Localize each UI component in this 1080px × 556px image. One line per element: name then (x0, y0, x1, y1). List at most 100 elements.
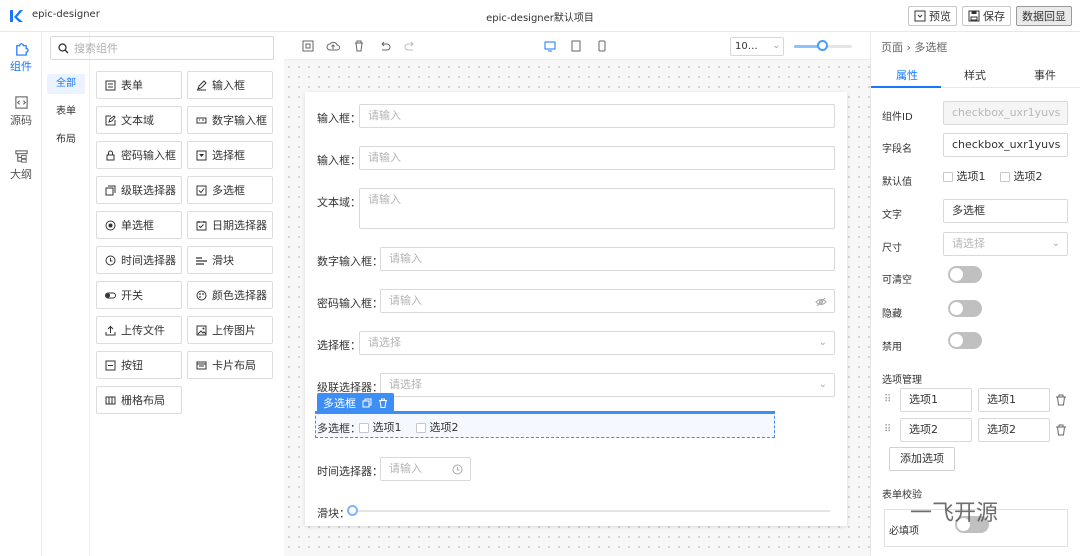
component-time-picker[interactable]: 时间选择器 (96, 246, 182, 274)
card-icon (196, 361, 207, 369)
screenshot-icon[interactable] (301, 39, 315, 53)
component-label: 上传图片 (212, 324, 256, 337)
copy-icon[interactable] (362, 398, 372, 408)
checkbox-box[interactable] (416, 423, 426, 433)
lock-icon (106, 150, 115, 160)
mobile-view-icon[interactable] (595, 39, 609, 53)
tab-properties[interactable]: 属性 (896, 67, 918, 83)
textarea-field[interactable]: 请输入 (359, 188, 835, 229)
component-select[interactable]: 选择框 (187, 141, 273, 169)
component-checkbox[interactable]: 多选框 (187, 176, 273, 204)
delete-icon[interactable] (378, 398, 388, 408)
component-search[interactable]: 搜索组件 (50, 36, 274, 60)
category-form[interactable]: 表单 (47, 102, 85, 122)
checkbox-icon (196, 185, 207, 195)
checkbox-box[interactable] (359, 423, 369, 433)
zoom-select[interactable]: 10… ⌄ (730, 37, 784, 56)
default-checkbox[interactable]: 选项1 (943, 168, 986, 184)
component-color-picker[interactable]: 颜色选择器 (187, 281, 273, 309)
component-radio[interactable]: 单选框 (96, 211, 182, 239)
slider-handle[interactable] (347, 505, 358, 516)
option-value-input[interactable]: 选项2 (978, 418, 1050, 442)
component-password[interactable]: 密码输入框 (96, 141, 182, 169)
default-checkbox[interactable]: 选项2 (1000, 168, 1043, 184)
component-textarea[interactable]: 文本域 (96, 106, 182, 134)
trash-icon[interactable] (1055, 394, 1067, 406)
number-input-field[interactable]: 请输入 (380, 247, 835, 271)
save-button[interactable]: 保存 (962, 6, 1011, 26)
component-button[interactable]: 按钮 (96, 351, 182, 379)
checkbox-box[interactable] (1000, 172, 1010, 182)
save-label: 保存 (983, 10, 1005, 23)
pen-icon (197, 79, 207, 90)
nav-source[interactable]: 源码 (0, 90, 42, 132)
select-field[interactable]: 请选择 ⌄ (359, 331, 835, 355)
tab-style[interactable]: 样式 (964, 67, 986, 83)
delete-icon[interactable] (352, 39, 366, 53)
add-option-button[interactable]: 添加选项 (889, 447, 955, 471)
nav-outline[interactable]: 大纲 (0, 144, 42, 186)
option-label-input[interactable]: 选项1 (900, 388, 972, 412)
puzzle-icon (15, 42, 29, 56)
disabled-toggle[interactable] (948, 332, 982, 349)
checkbox-option[interactable]: 选项1 (359, 419, 402, 435)
option-value-input[interactable]: 选项1 (978, 388, 1050, 412)
component-input[interactable]: 输入框 (187, 71, 273, 99)
size-select[interactable]: 请选择 ⌄ (943, 232, 1068, 256)
component-label: 上传文件 (121, 324, 165, 337)
input-field[interactable]: 请输入 (359, 146, 835, 170)
preview-button[interactable]: 预览 (908, 6, 957, 26)
category-all[interactable]: 全部 (47, 74, 85, 94)
grid-icon (105, 396, 116, 404)
tablet-view-icon[interactable] (569, 39, 583, 53)
select-icon (196, 150, 207, 160)
field-name-input[interactable]: checkbox_uxr1yuvs (943, 133, 1068, 157)
component-cascader[interactable]: 级联选择器 (96, 176, 182, 204)
drag-handle-icon[interactable]: ⠿ (884, 394, 891, 405)
eye-off-icon[interactable] (815, 296, 827, 308)
component-upload-file[interactable]: 上传文件 (96, 316, 182, 344)
checkbox-option[interactable]: 选项2 (416, 419, 459, 435)
option-label-input[interactable]: 选项2 (900, 418, 972, 442)
cloud-upload-icon[interactable] (326, 39, 340, 53)
slider-track[interactable] (350, 510, 830, 512)
category-list: 全部 表单 布局 (42, 32, 90, 556)
label-text-input[interactable]: 多选框 (943, 199, 1068, 223)
breadcrumb-current: 多选框 (914, 41, 948, 54)
component-card-layout[interactable]: 卡片布局 (187, 351, 273, 379)
component-switch[interactable]: 开关 (96, 281, 182, 309)
category-layout[interactable]: 布局 (47, 130, 85, 150)
slider-icon (196, 256, 207, 265)
breadcrumb-page[interactable]: 页面 (881, 41, 903, 54)
nav-components[interactable]: 组件 (0, 36, 42, 78)
component-label: 时间选择器 (121, 254, 176, 267)
redo-icon[interactable] (403, 39, 417, 53)
checkbox-box[interactable] (943, 172, 953, 182)
input-field[interactable]: 请输入 (359, 104, 835, 128)
component-upload-image[interactable]: 上传图片 (187, 316, 273, 344)
clearable-toggle[interactable] (948, 266, 982, 283)
zoom-slider-handle[interactable] (817, 40, 828, 51)
data-echo-button[interactable]: 数据回显 (1016, 6, 1072, 26)
preview-icon (914, 10, 926, 22)
component-slider[interactable]: 滑块 (187, 246, 273, 274)
drag-handle-icon[interactable]: ⠿ (884, 424, 891, 435)
component-label: 颜色选择器 (212, 289, 267, 302)
save-icon (968, 10, 980, 22)
tab-events[interactable]: 事件 (1034, 67, 1056, 83)
nav-source-label: 源码 (10, 113, 32, 127)
component-date-picker[interactable]: 日期选择器 (187, 211, 273, 239)
trash-icon[interactable] (1055, 424, 1067, 436)
time-picker-field[interactable]: 请输入 (380, 457, 471, 481)
hidden-toggle[interactable] (948, 300, 982, 317)
component-grid-layout[interactable]: 栅格布局 (96, 386, 182, 414)
component-form[interactable]: 表单 (96, 71, 182, 99)
component-number-input[interactable]: 数字输入框 (187, 106, 273, 134)
prop-label: 隐藏 (882, 309, 902, 320)
cascader-placeholder: 请选择 (389, 378, 422, 391)
cascader-field[interactable]: 请选择 ⌄ (380, 373, 835, 397)
desktop-view-icon[interactable] (543, 39, 557, 53)
password-input-field[interactable]: 请输入 (380, 289, 835, 313)
undo-icon[interactable] (378, 39, 392, 53)
component-label: 单选框 (121, 219, 154, 232)
